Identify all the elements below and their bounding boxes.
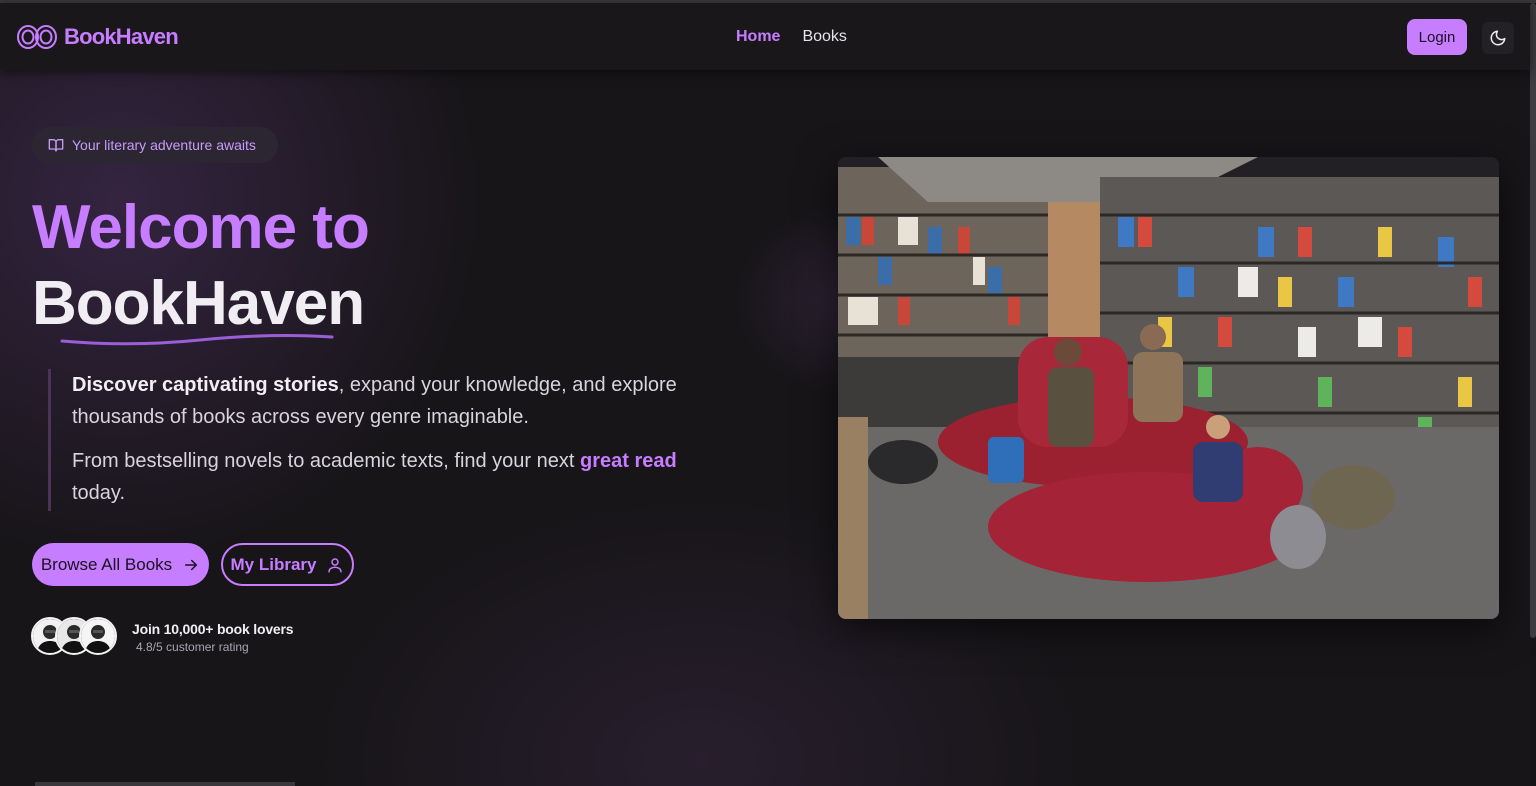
avatar-group: [31, 617, 121, 657]
hero-paragraph-2-after: today.: [72, 482, 125, 504]
hero-paragraph-2-before: From bestselling novels to academic text…: [72, 450, 581, 472]
brand-logo-link[interactable]: BookHaven: [16, 23, 179, 51]
page-scrollbar[interactable]: [1530, 3, 1536, 638]
theme-toggle-button[interactable]: [1482, 22, 1514, 54]
nav-link-home[interactable]: Home: [736, 28, 780, 46]
browse-all-books-button[interactable]: Browse All Books: [32, 543, 209, 586]
hero-bookstore-image: [838, 157, 1499, 619]
brand-name: BookHaven: [64, 24, 179, 49]
hero-badge: Your literary adventure awaits: [32, 127, 278, 163]
navbar: BookHaven Home Books Login: [0, 3, 1530, 70]
browse-all-books-label: Browse All Books: [40, 554, 173, 574]
bottom-strip: [35, 782, 295, 786]
my-library-button[interactable]: My Library: [221, 543, 354, 586]
social-proof-title: Join 10,000+ book lovers: [132, 621, 294, 637]
arrow-right-icon: [185, 559, 198, 570]
login-button[interactable]: Login: [1407, 19, 1467, 55]
social-proof-rating: 4.8/5 customer rating: [136, 640, 249, 654]
hero-title-line2: BookHaven: [32, 269, 365, 338]
hero-title-line1: Welcome to: [32, 193, 370, 262]
my-library-label: My Library: [230, 554, 317, 574]
main-nav: Home Books: [736, 28, 847, 46]
brand-logo-icon: [17, 25, 57, 49]
hero-paragraph-2: From bestselling novels to academic text…: [72, 445, 688, 509]
hero-paragraph-1: Discover captivating stories, expand you…: [72, 369, 688, 433]
user-icon: [328, 557, 343, 572]
hero-title: Welcome to BookHaven: [32, 190, 370, 342]
hero-paragraph-2-accent: great read: [580, 450, 677, 472]
hero-badge-text: Your literary adventure awaits: [72, 137, 256, 153]
nav-link-books[interactable]: Books: [802, 28, 846, 46]
title-underline-decoration: [60, 334, 334, 346]
hero-paragraph-1-strong: Discover captivating stories: [72, 374, 339, 396]
moon-icon: [1490, 30, 1506, 46]
open-book-icon: [48, 139, 64, 152]
hero-description: Discover captivating stories, expand you…: [48, 369, 688, 511]
avatar: [79, 617, 117, 655]
